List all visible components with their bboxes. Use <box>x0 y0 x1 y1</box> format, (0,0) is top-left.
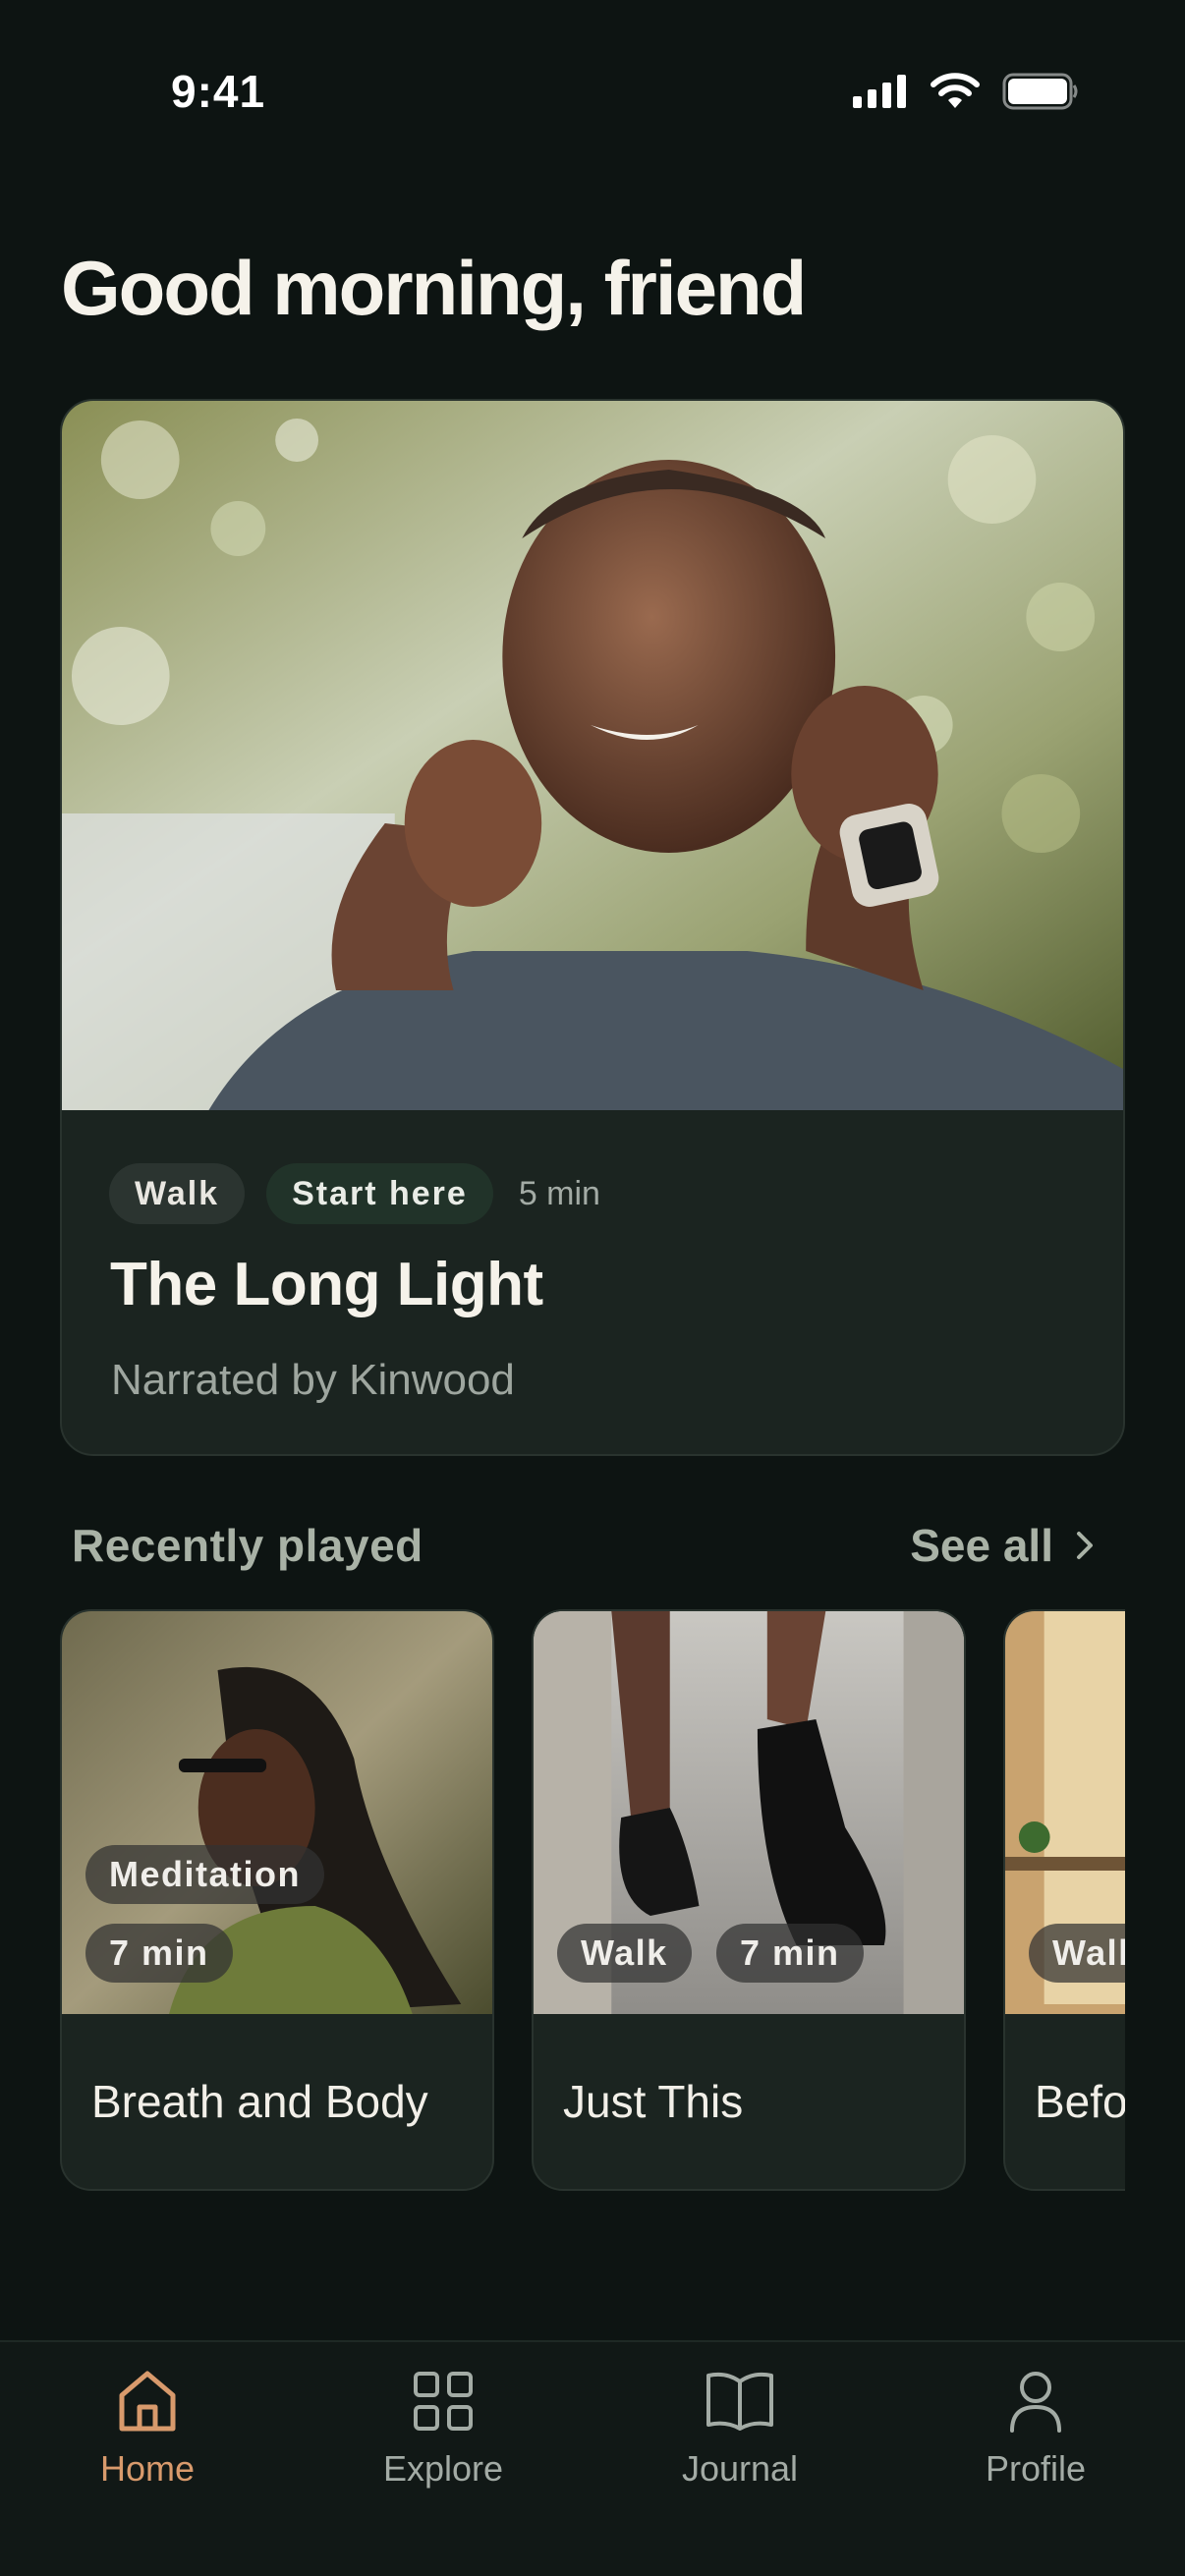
chip-duration: 7 min <box>85 1924 233 1983</box>
cellular-signal-icon <box>853 75 906 108</box>
featured-card[interactable]: Walk Start here 5 min The Long Light Nar… <box>60 399 1125 1456</box>
nav-home-label: Home <box>99 2448 196 2489</box>
tag-walk: Walk <box>109 1163 246 1224</box>
nav-profile-label: Profile <box>985 2448 1087 2489</box>
chip-duration: 7 min <box>716 1924 864 1983</box>
bottom-nav: Home Explore Journal Profile <box>0 2340 1185 2576</box>
chip-walk: Walk <box>557 1924 692 1983</box>
recent-card[interactable]: Walk Before Start <box>1003 1609 1125 2191</box>
see-all-link[interactable]: See all <box>910 1519 1095 1572</box>
recently-played-carousel[interactable]: Meditation 7 min Breath and Body Walk 7 … <box>60 1609 1125 2193</box>
person-icon <box>1010 2372 1061 2433</box>
home-icon <box>119 2371 176 2432</box>
chevron-right-icon <box>1077 1532 1093 1559</box>
greeting-title: Good morning, friend <box>61 245 807 331</box>
see-all-label: See all <box>910 1520 1053 1571</box>
nav-explore[interactable]: Explore <box>335 2368 551 2490</box>
nav-home[interactable]: Home <box>39 2368 255 2490</box>
chip-meditation: Meditation <box>85 1845 324 1904</box>
nav-journal[interactable]: Journal <box>632 2368 848 2490</box>
nav-journal-label: Journal <box>681 2448 799 2489</box>
featured-body: Walk Start here 5 min The Long Light Nar… <box>62 1110 1123 1454</box>
nav-profile[interactable]: Profile <box>928 2368 1144 2490</box>
recent-card[interactable]: Walk 7 min Just This <box>532 1609 966 2191</box>
book-icon <box>706 2372 773 2431</box>
featured-title: The Long Light <box>110 1251 543 1318</box>
recent-card-title: Breath and Body <box>91 2076 428 2127</box>
featured-image <box>62 401 1123 1110</box>
featured-tags: Walk Start here 5 min <box>109 1163 600 1224</box>
battery-icon <box>1002 73 1078 110</box>
recent-card[interactable]: Meditation 7 min Breath and Body <box>60 1609 494 2191</box>
recent-card-title: Before Start <box>1035 2076 1125 2127</box>
status-bar: 9:41 <box>0 0 1185 187</box>
recently-played-heading: Recently played <box>72 1520 423 1571</box>
status-icons <box>853 73 1079 110</box>
grid-icon <box>414 2372 473 2431</box>
chip-walk: Walk <box>1029 1924 1125 1983</box>
nav-explore-label: Explore <box>382 2448 504 2489</box>
tag-start-here: Start here <box>266 1163 493 1224</box>
featured-narrator: Narrated by Kinwood <box>111 1356 515 1404</box>
status-time: 9:41 <box>171 66 266 117</box>
featured-duration: 5 min <box>518 1174 600 1212</box>
recent-card-title: Just This <box>563 2076 744 2127</box>
wifi-icon <box>931 73 980 108</box>
